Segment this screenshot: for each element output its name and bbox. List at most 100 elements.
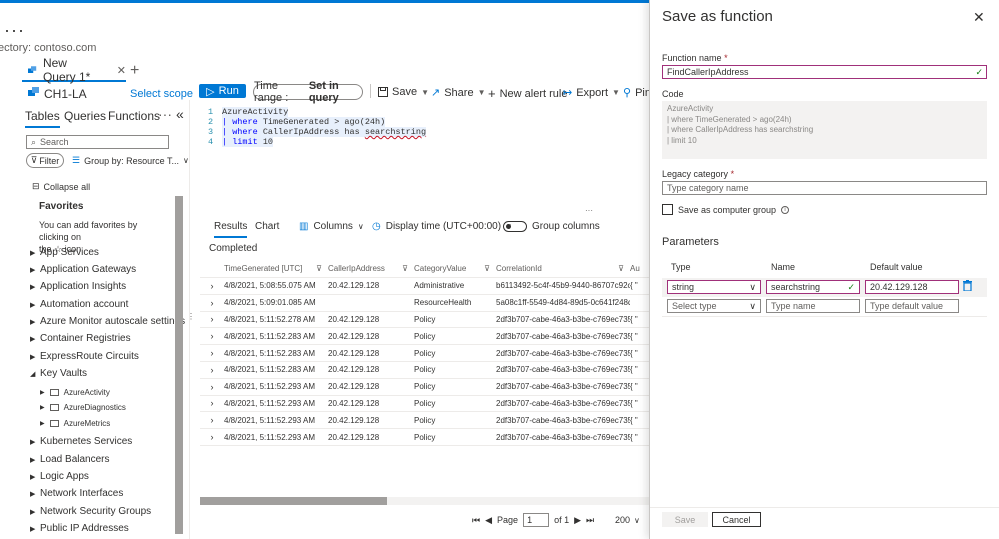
expand-row-icon[interactable]: › [200,314,224,324]
new-param-type-select[interactable]: Select type ∨ [667,299,761,313]
expand-row-icon[interactable]: › [200,298,224,308]
page-number-input[interactable]: 1 [523,513,550,527]
tree-item-container-registries[interactable]: ▶ Container Registries [30,333,131,344]
new-param-name-input[interactable]: Type name [766,299,860,313]
tree-item-logic-apps[interactable]: ▶ Logic Apps [30,471,89,482]
add-tab-icon[interactable]: + [130,62,139,80]
new-alert-rule-button[interactable]: + New alert rule [488,86,567,101]
table-cell: Policy [414,348,436,358]
group-by-dropdown[interactable]: ☰ Group by: Resource T... ∨ [72,155,189,166]
filter-icon[interactable]: ⊽ [402,264,408,273]
tree-item-network-interfaces[interactable]: ▶ Network Interfaces [30,488,123,499]
tree-item-public-ip-addresses[interactable]: ▶ Public IP Addresses [30,523,129,534]
columns-button[interactable]: ▥ Columns ∨ [299,221,364,232]
share-menu-button[interactable]: ↗ Share ▼ [431,86,486,100]
expand-row-icon[interactable]: › [200,331,224,341]
results-hscroll-thumb[interactable] [200,497,387,505]
tree-table-azure-diagnostics[interactable]: ▶ AzureDiagnostics [40,403,126,412]
table-row[interactable]: › 4/8/2021, 5:09:01.085 AM ResourceHealth 5… [200,295,649,312]
filter-icon[interactable]: ⊽ [316,264,322,273]
filter-button[interactable]: ⊽ Filter [26,153,64,168]
splitter-grip-icon[interactable]: ⋮ [187,312,195,321]
param-type-select[interactable]: string ∨ [667,280,761,294]
function-name-input[interactable]: FindCallerIpAddress ✓ [662,65,987,79]
expand-row-icon[interactable]: › [200,382,224,392]
next-page-icon[interactable]: ▶ [574,515,581,526]
editor-resize-grip-icon[interactable]: ··· [585,206,593,215]
export-menu-button[interactable]: ↦ Export ▼ [563,86,620,100]
param-name-input[interactable]: searchstring ✓ [766,280,860,294]
query-editor[interactable]: 1 AzureActivity 2 | where TimeGenerated > … [208,107,427,147]
tree-item-app-services[interactable]: ▶ App Services [30,247,99,258]
left-pane-scrollbar[interactable] [175,196,183,534]
table-row[interactable]: › 4/8/2021, 5:11:52.293 AM 20.42.129.128 Po… [200,429,649,446]
expand-row-icon[interactable]: › [200,348,224,358]
table-row[interactable]: › 4/8/2021, 5:11:52.283 AM 20.42.129.128 Po… [200,345,649,362]
schema-search-input[interactable]: ⌕ Search [26,135,169,149]
pin-button[interactable]: ⚲ Pin [623,86,651,100]
info-icon[interactable]: i [781,206,790,214]
table-row[interactable]: › 4/8/2021, 5:11:52.293 AM 20.42.129.128 Po… [200,412,649,430]
tree-item-expressroute-circuits[interactable]: ▶ ExpressRoute Circuits [30,351,139,362]
tree-item-network-security-groups[interactable]: ▶ Network Security Groups [30,506,151,517]
save-button[interactable]: Save [662,512,708,527]
expand-row-icon[interactable]: › [200,365,224,375]
select-scope-link[interactable]: Select scope [130,88,193,100]
tab-results[interactable]: Results [214,221,248,238]
table-cell: { " [630,348,638,358]
tree-table-azure-activity[interactable]: ▶ AzureActivity [40,388,110,397]
delete-icon[interactable] [963,280,972,291]
tree-table-azure-metrics[interactable]: ▶ AzureMetrics [40,419,110,428]
tab-chart[interactable]: Chart [255,221,279,232]
table-row[interactable]: › 4/8/2021, 5:08:55.075 AM 20.42.129.128 Ad… [200,278,649,295]
more-options-icon[interactable]: ··· [158,106,172,122]
first-page-icon[interactable]: ⏮ [472,515,480,526]
collapse-all-button[interactable]: ⊟ Collapse all [32,181,90,192]
tree-item-application-insights[interactable]: ▶ Application Insights [30,281,126,292]
tab-functions[interactable]: Functions [108,109,160,123]
tab-new-query[interactable]: New Query 1* ✕ [22,56,126,84]
cancel-button[interactable]: Cancel [712,512,761,527]
table-row[interactable]: › 4/8/2021, 5:11:52.293 AM 20.42.129.128 Po… [200,379,649,396]
column-header-calleripaddress[interactable]: CallerIpAddress ⊽ [328,264,414,273]
filter-icon[interactable]: ⊽ [618,264,624,273]
tree-item-application-gateways[interactable]: ▶ Application Gateways [30,264,136,275]
tree-item-azure-monitor-autoscale[interactable]: ▶ Azure Monitor autoscale settings [30,316,185,327]
filter-icon[interactable]: ⊽ [484,264,490,273]
legacy-category-input[interactable]: Type category name [662,181,987,195]
collapse-pane-icon[interactable]: « [176,106,184,122]
save-menu-button[interactable]: Save ▼ [378,86,429,98]
tree-item-key-vaults[interactable]: ◢ Key Vaults [30,368,87,379]
column-header-correlationid[interactable]: CorrelationId ⊽ [496,264,630,273]
column-header-au[interactable]: Au [630,264,649,273]
expand-row-icon[interactable]: › [200,398,224,408]
param-default-input[interactable]: 20.42.129.128 [865,280,959,294]
expand-row-icon[interactable]: › [200,415,224,425]
portal-menu-ellipsis[interactable]: ··· [4,20,25,41]
save-as-computer-group-checkbox[interactable] [662,204,673,215]
new-param-default-input[interactable]: Type default value [865,299,959,313]
group-columns-toggle[interactable]: Group columns [503,221,600,232]
expand-row-icon[interactable]: › [200,432,224,442]
table-row[interactable]: › 4/8/2021, 5:11:52.283 AM 20.42.129.128 Po… [200,328,649,346]
column-header-timegenerated[interactable]: TimeGenerated [UTC] ⊽ [224,264,328,273]
display-time-dropdown[interactable]: ◷ Display time (UTC+00:00) ∨ [372,221,512,232]
column-header-categoryvalue[interactable]: CategoryValue ⊽ [414,264,496,273]
table-row[interactable]: › 4/8/2021, 5:11:52.293 AM 20.42.129.128 Po… [200,396,649,413]
table-row[interactable]: › 4/8/2021, 5:11:52.278 AM 20.42.129.128 Po… [200,312,649,329]
close-tab-icon[interactable]: ✕ [117,64,126,77]
tab-queries[interactable]: Queries [64,109,106,123]
tab-tables[interactable]: Tables [25,109,60,128]
table-row[interactable]: › 4/8/2021, 5:11:52.283 AM 20.42.129.128 Po… [200,362,649,379]
page-size-dropdown[interactable]: 200 ∨ [615,513,649,527]
tree-item-load-balancers[interactable]: ▶ Load Balancers [30,454,110,465]
expand-row-icon[interactable]: › [200,281,224,291]
run-button[interactable]: ▷ Run [199,84,246,98]
toggle-switch[interactable] [503,221,527,232]
close-icon[interactable]: ✕ [973,9,985,26]
tree-item-kubernetes-services[interactable]: ▶ Kubernetes Services [30,436,132,447]
tree-item-automation-account[interactable]: ▶ Automation account [30,299,128,310]
prev-page-icon[interactable]: ◀ [485,515,492,526]
last-page-icon[interactable]: ⏭ [586,515,594,526]
time-range-button[interactable]: Time range : Set in query [253,80,363,104]
